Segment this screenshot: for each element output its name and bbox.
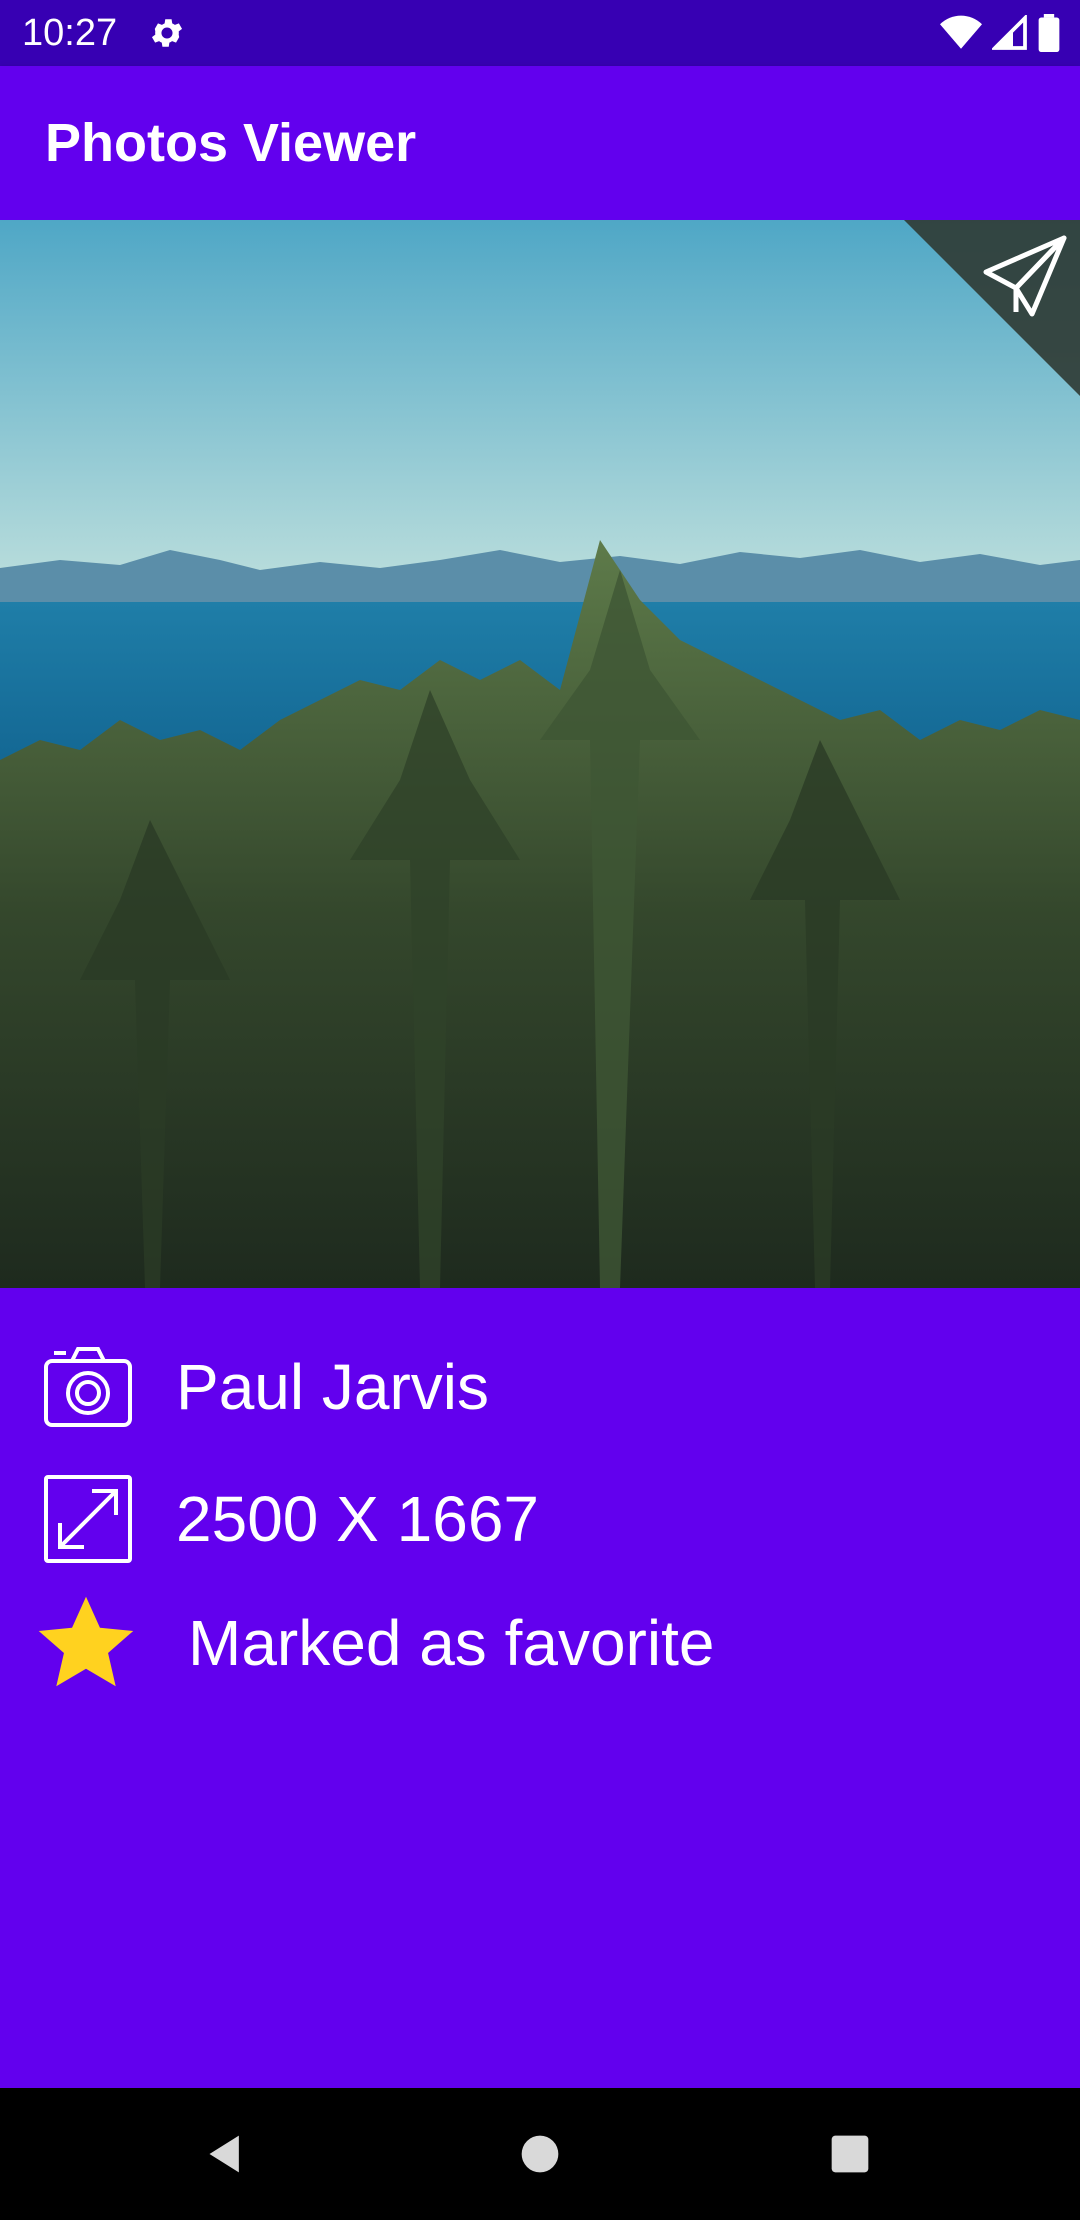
favorite-label: Marked as favorite — [188, 1607, 715, 1679]
favorite-row: Marked as favorite — [0, 1588, 1080, 1698]
send-paper-plane-icon — [904, 220, 1080, 396]
app-title: Photos Viewer — [45, 113, 417, 173]
status-time: 10:27 — [22, 12, 118, 54]
share-button[interactable] — [904, 220, 1080, 396]
wifi-icon — [940, 15, 982, 49]
camera-icon — [44, 1347, 132, 1427]
resize-icon — [44, 1475, 132, 1563]
battery-icon — [1038, 14, 1060, 52]
status-icons — [940, 12, 1060, 54]
settings-gear-icon — [151, 19, 183, 47]
author-name: Paul Jarvis — [176, 1351, 489, 1423]
app-bar: Photos Viewer — [0, 66, 1080, 220]
home-icon[interactable] — [518, 2132, 562, 2176]
dimensions-row: 2500 X 1667 — [0, 1464, 1080, 1574]
system-nav-bar — [0, 2088, 1080, 2220]
recents-icon[interactable] — [828, 2132, 872, 2176]
star-icon — [38, 1596, 134, 1687]
signal-icon — [992, 15, 1027, 50]
back-icon[interactable] — [204, 2132, 248, 2176]
status-bar: 10:27 — [0, 0, 1080, 66]
image-dimensions: 2500 X 1667 — [176, 1483, 539, 1555]
author-row: Paul Jarvis — [0, 1332, 1080, 1442]
